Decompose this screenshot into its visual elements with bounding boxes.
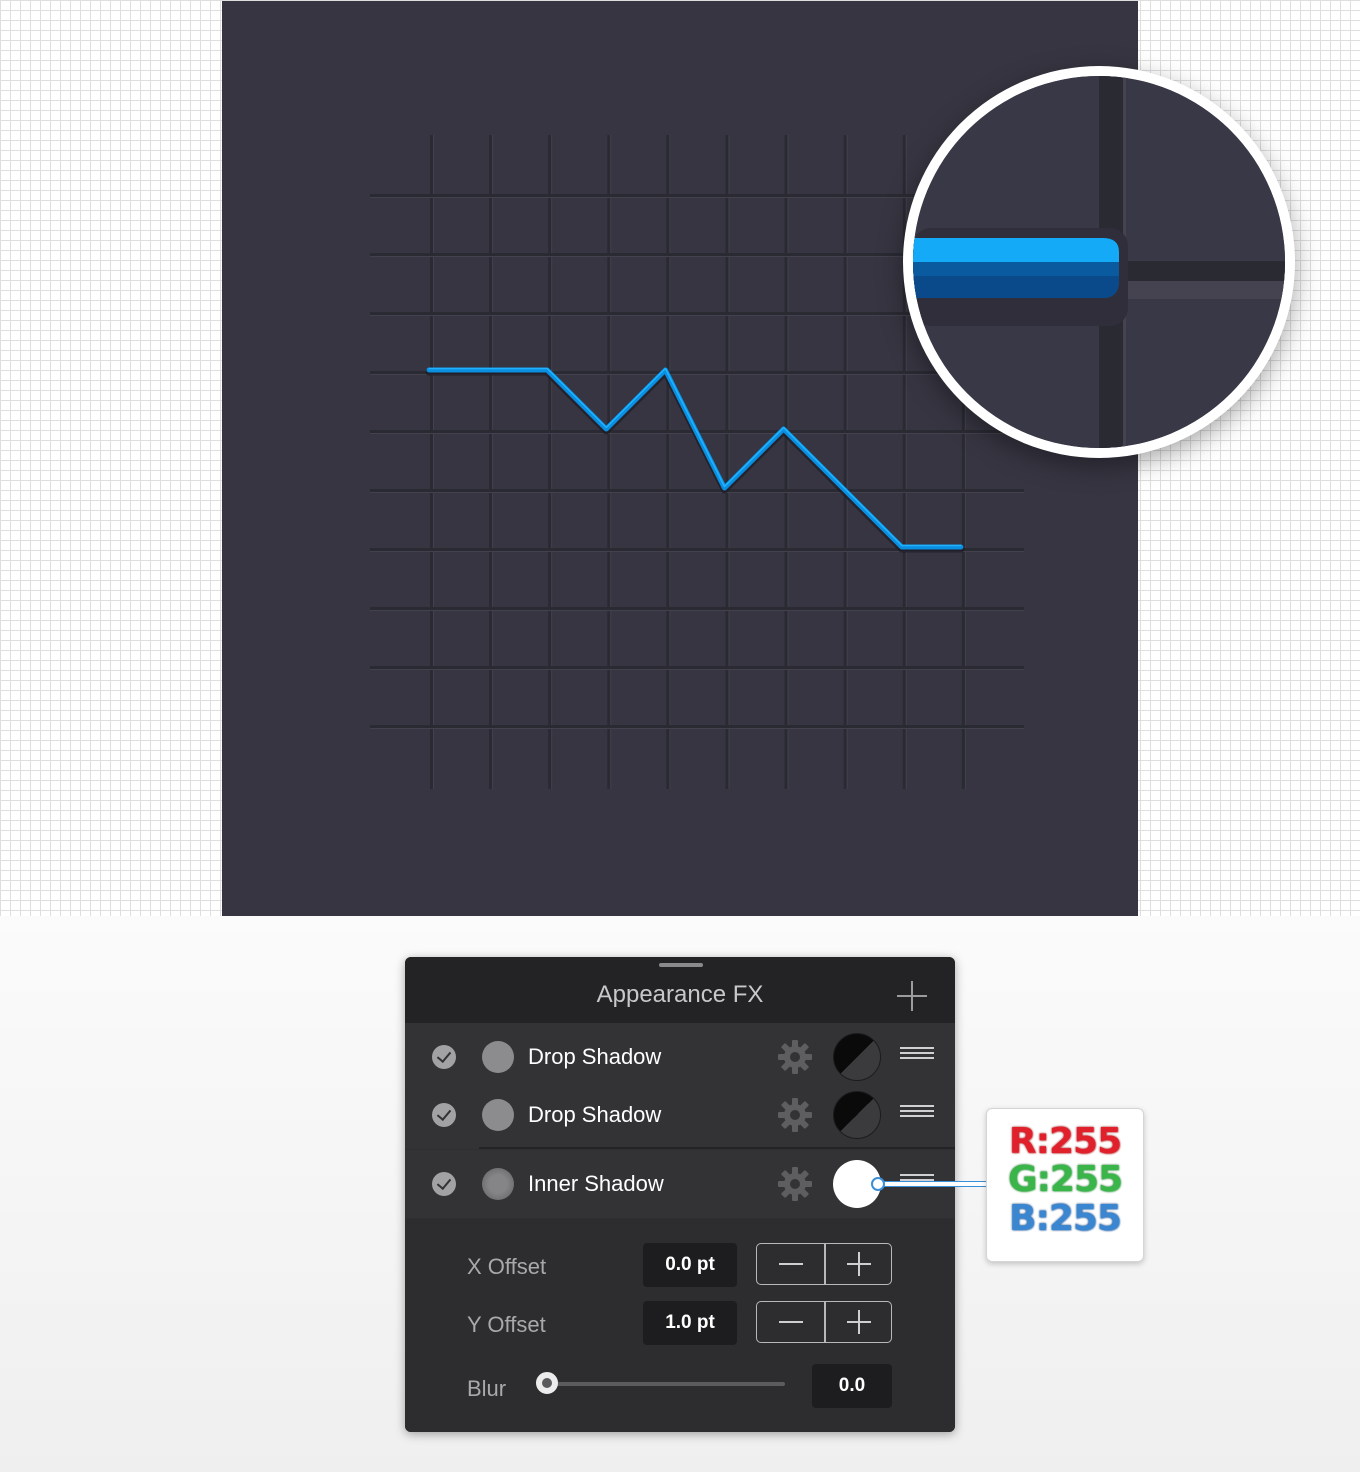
enabled-check-icon[interactable] xyxy=(432,1045,456,1069)
grid-line-horizontal-highlight xyxy=(370,728,1024,729)
grid-line-vertical-highlight xyxy=(433,135,434,789)
blur-slider-knob[interactable] xyxy=(536,1372,558,1394)
chart-series xyxy=(425,367,965,553)
magnifier-content xyxy=(913,76,1285,448)
callout-pointer xyxy=(871,1177,885,1191)
row-divider xyxy=(479,1147,955,1149)
enabled-check-icon[interactable] xyxy=(432,1172,456,1196)
effect-label: Drop Shadow xyxy=(528,1044,662,1069)
effect-swatch-icon xyxy=(482,1168,514,1200)
grid-line-vertical-highlight xyxy=(610,135,612,789)
x-offset-label: X Offset xyxy=(467,1254,547,1279)
menu-icon[interactable] xyxy=(900,1105,934,1123)
color-value-callout: R:255 G:255 B:255 xyxy=(986,1108,1144,1262)
grid-line-horizontal-highlight xyxy=(370,669,1024,670)
gear-icon[interactable] xyxy=(777,1166,813,1202)
effect-row-drop-shadow-2[interactable]: Drop Shadow xyxy=(405,1081,955,1149)
grid-line-horizontal xyxy=(370,607,1024,610)
blur-slider-track[interactable] xyxy=(547,1382,785,1386)
grid-line-vertical xyxy=(784,135,788,789)
add-effect-button[interactable] xyxy=(895,979,929,1013)
grid-line-vertical-highlight xyxy=(551,135,553,789)
plus-icon[interactable] xyxy=(825,1244,892,1284)
y-offset-stepper xyxy=(756,1301,892,1343)
y-offset-field[interactable]: 1.0 pt xyxy=(643,1301,737,1345)
plus-icon[interactable] xyxy=(825,1302,892,1342)
magnifier-lens xyxy=(903,66,1295,458)
grid-line-vertical-highlight xyxy=(728,135,730,789)
grid-line-vertical xyxy=(607,135,611,789)
effect-color-chip[interactable] xyxy=(833,1091,881,1139)
gear-icon[interactable] xyxy=(777,1039,813,1075)
blur-field[interactable]: 0.0 xyxy=(812,1364,892,1408)
series-line xyxy=(426,367,964,550)
effect-label: Inner Shadow xyxy=(528,1171,664,1196)
magnified-line-highlight xyxy=(913,238,1119,262)
minus-icon[interactable] xyxy=(757,1244,824,1284)
grid-line-vertical xyxy=(548,135,552,789)
series-line-highlight xyxy=(428,367,962,547)
menu-icon[interactable] xyxy=(900,1047,934,1065)
grid-line-vertical xyxy=(430,135,433,789)
grid-line-vertical-highlight xyxy=(492,135,494,789)
x-offset-stepper xyxy=(756,1243,892,1285)
blue-value: B:255 xyxy=(1009,1198,1122,1239)
panel-title: Appearance FX xyxy=(596,981,764,1008)
grid-line-vertical-highlight xyxy=(669,135,671,789)
callout-connector xyxy=(880,1181,987,1187)
enabled-check-icon[interactable] xyxy=(432,1103,456,1127)
grid-line-horizontal xyxy=(370,489,1024,492)
grid-line-vertical-highlight xyxy=(846,135,848,789)
effect-label: Drop Shadow xyxy=(528,1102,662,1127)
grid-line-vertical xyxy=(725,135,729,789)
effect-swatch-icon xyxy=(482,1041,514,1073)
grid-line-horizontal-highlight xyxy=(370,610,1024,611)
gear-icon[interactable] xyxy=(777,1097,813,1133)
minus-icon[interactable] xyxy=(757,1302,824,1342)
panel-header: Appearance FX xyxy=(405,957,955,1023)
effect-settings: X Offset 0.0 pt Y Offset 1.0 pt Blur 0.0 xyxy=(405,1219,955,1432)
grid-line-horizontal-highlight xyxy=(370,492,1024,493)
effect-color-chip[interactable] xyxy=(833,1033,881,1081)
red-value: R:255 xyxy=(1008,1121,1122,1162)
series-line-shadow xyxy=(425,368,965,553)
grid-line-vertical xyxy=(666,135,670,789)
magnified-line-end xyxy=(913,76,1285,448)
grid-line-horizontal xyxy=(370,666,1024,669)
x-offset-field[interactable]: 0.0 pt xyxy=(643,1243,737,1287)
effect-swatch-icon xyxy=(482,1099,514,1131)
green-value: G:255 xyxy=(1007,1159,1123,1200)
appearance-fx-panel: Appearance FX Drop Shadow Drop Shadow In… xyxy=(405,957,955,1432)
grid-line-vertical xyxy=(489,135,493,789)
blur-label: Blur xyxy=(467,1376,507,1401)
canvas-background xyxy=(0,0,1360,916)
y-offset-label: Y Offset xyxy=(467,1312,546,1337)
grid-line-horizontal xyxy=(370,725,1024,728)
grid-line-vertical xyxy=(843,135,847,789)
grid-line-vertical-highlight xyxy=(787,135,789,789)
drag-handle[interactable] xyxy=(659,963,703,967)
